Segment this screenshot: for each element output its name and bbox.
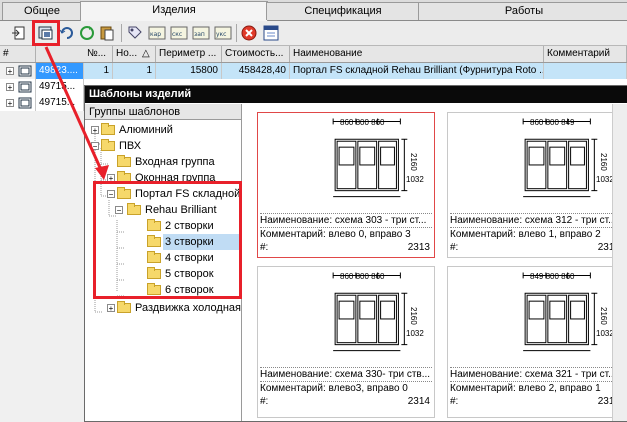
annotation-arrow [44,46,109,180]
